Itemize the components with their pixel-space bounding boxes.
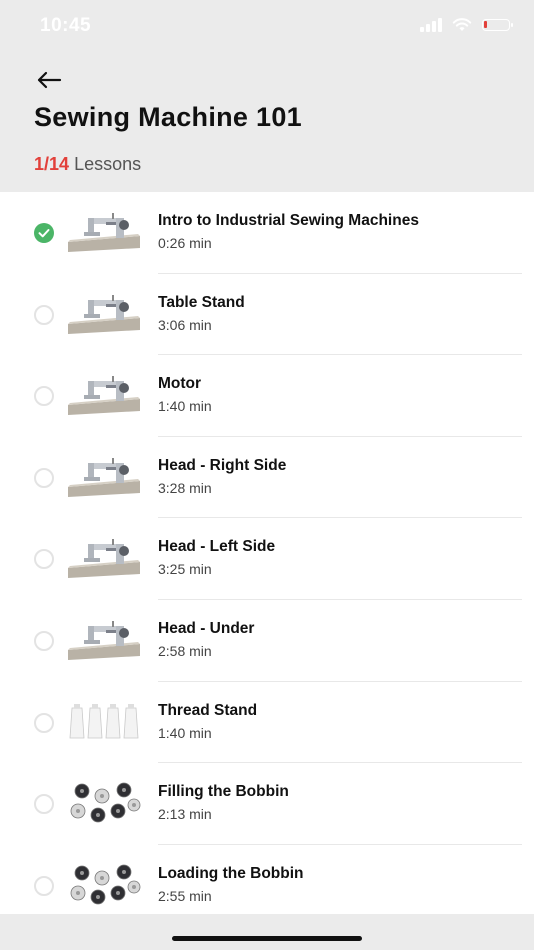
lesson-row[interactable]: Filling the Bobbin 2:13 min	[0, 763, 534, 845]
lesson-duration: 3:06 min	[158, 316, 212, 333]
incomplete-circle-icon	[34, 712, 54, 733]
lesson-duration: 1:40 min	[158, 398, 212, 415]
lesson-text: Motor 1:40 min	[158, 375, 522, 414]
lesson-thumbnail	[66, 455, 142, 499]
lesson-thumbnail	[66, 700, 142, 744]
lesson-row[interactable]: Table Stand 3:06 min	[0, 274, 534, 356]
lesson-text: Loading the Bobbin 2:55 min	[158, 865, 522, 904]
battery-icon	[482, 19, 513, 31]
lesson-text: Head - Left Side 3:25 min	[158, 538, 522, 577]
progress-count: 1/14	[34, 154, 70, 174]
incomplete-circle-icon	[34, 386, 54, 407]
lesson-thumbnail	[66, 536, 142, 580]
lesson-text: Filling the Bobbin 2:13 min	[158, 783, 522, 822]
lesson-text: Head - Right Side 3:28 min	[158, 457, 522, 496]
wifi-icon	[452, 18, 472, 31]
lesson-row[interactable]: Loading the Bobbin 2:55 min	[0, 845, 534, 914]
lesson-title: Filling the Bobbin	[158, 783, 289, 801]
lesson-title: Head - Left Side	[158, 538, 276, 556]
status-icons	[420, 18, 513, 32]
lesson-duration: 2:55 min	[158, 887, 212, 904]
incomplete-circle-icon	[34, 794, 54, 815]
lesson-duration: 3:25 min	[158, 561, 212, 578]
lesson-thumbnail	[66, 373, 142, 417]
incomplete-circle-icon	[34, 304, 54, 325]
lesson-title: Intro to Industrial Sewing Machines	[158, 212, 419, 229]
lesson-title: Table Stand	[158, 293, 245, 311]
back-button[interactable]	[34, 68, 64, 92]
lesson-row[interactable]: Motor 1:40 min	[0, 355, 534, 437]
lesson-row[interactable]: Thread Stand 1:40 min	[0, 682, 534, 764]
incomplete-circle-icon	[34, 630, 54, 651]
lesson-title: Loading the Bobbin	[158, 864, 304, 882]
status-time: 10:45	[40, 15, 92, 36]
status-bar: 10:45	[0, 0, 534, 54]
completed-check-icon	[34, 223, 54, 243]
lesson-thumbnail	[66, 292, 142, 336]
lesson-text: Table Stand 3:06 min	[158, 294, 522, 333]
cellular-signal-icon	[420, 18, 442, 32]
lesson-text: Intro to Industrial Sewing Machines 0:26 …	[158, 212, 522, 251]
lesson-duration: 3:28 min	[158, 479, 212, 496]
lesson-row[interactable]: Head - Under 2:58 min	[0, 600, 534, 682]
lesson-row[interactable]: Intro to Industrial Sewing Machines 0:26 …	[0, 192, 534, 274]
lesson-duration: 2:13 min	[158, 806, 212, 823]
home-indicator[interactable]	[172, 936, 362, 941]
lesson-list: Intro to Industrial Sewing Machines 0:26 …	[0, 192, 534, 914]
lesson-thumbnail	[66, 210, 142, 254]
home-area	[0, 914, 534, 950]
lesson-title: Head - Under	[158, 619, 255, 637]
lesson-row[interactable]: Head - Right Side 3:28 min	[0, 437, 534, 519]
lesson-text: Thread Stand 1:40 min	[158, 702, 522, 741]
incomplete-circle-icon	[34, 549, 54, 570]
lesson-duration: 0:26 min	[158, 235, 212, 251]
lesson-duration: 2:58 min	[158, 642, 212, 659]
lesson-row[interactable]: Head - Left Side 3:25 min	[0, 518, 534, 600]
lesson-text: Head - Under 2:58 min	[158, 620, 522, 659]
lesson-duration: 1:40 min	[158, 724, 212, 741]
lesson-thumbnail	[66, 863, 142, 907]
lesson-title: Motor	[158, 375, 202, 393]
lesson-title: Head - Right Side	[158, 456, 287, 474]
arrow-left-icon	[37, 71, 62, 89]
incomplete-circle-icon	[34, 875, 54, 896]
lesson-progress: 1/14 Lessons	[34, 154, 141, 175]
progress-label: Lessons	[74, 154, 142, 174]
incomplete-circle-icon	[34, 467, 54, 488]
header: Sewing Machine 101 1/14 Lessons	[0, 54, 534, 192]
lesson-title: Thread Stand	[158, 701, 258, 719]
lesson-thumbnail	[66, 781, 142, 825]
page-title: Sewing Machine 101	[34, 102, 302, 132]
lesson-thumbnail	[66, 618, 142, 662]
